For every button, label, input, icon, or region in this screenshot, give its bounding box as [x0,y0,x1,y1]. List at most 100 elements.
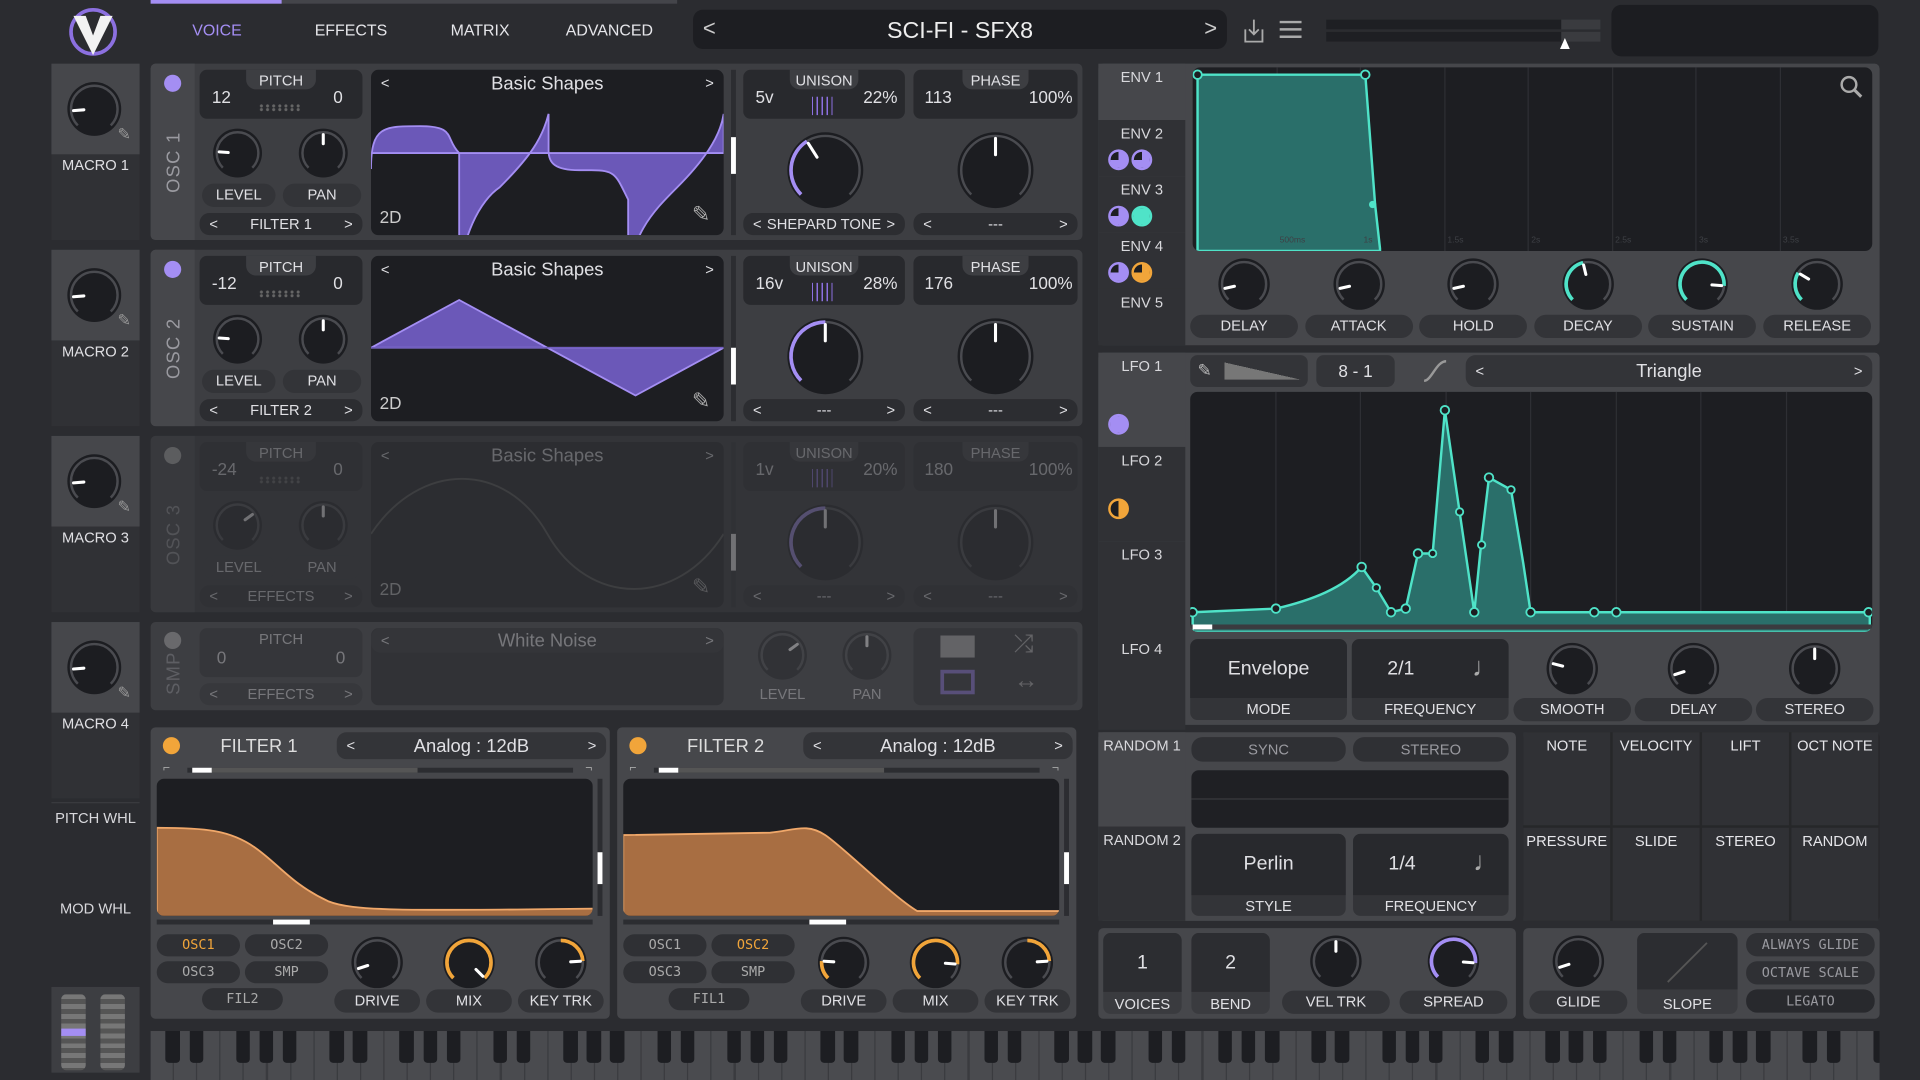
sample-display[interactable]: < White Noise > [371,628,724,706]
tune-value[interactable]: 0 [333,273,343,293]
black-key[interactable] [937,1031,952,1063]
macro-2-knob[interactable] [66,267,122,323]
spread-knob[interactable] [1427,934,1481,988]
black-key[interactable] [446,1031,461,1063]
mix-knob[interactable] [442,936,496,990]
black-key[interactable] [610,1031,625,1063]
voices-control[interactable]: 1 VOICES [1103,933,1182,1014]
mod-source-lift[interactable]: LIFT [1702,732,1789,826]
black-key[interactable] [1265,1031,1280,1063]
lfo-grid-selector[interactable]: 8 - 1 [1316,355,1395,387]
mod-wheel[interactable] [100,994,125,1071]
phase-knob[interactable] [956,131,1034,209]
black-key[interactable] [1311,1031,1326,1063]
black-key[interactable] [984,1031,999,1063]
black-key[interactable] [282,1031,297,1063]
loop-icon[interactable] [940,669,975,695]
filter-source-osc3[interactable]: OSC3 [623,961,707,984]
dimension-mode[interactable]: 2D [380,393,402,413]
unison-detune[interactable]: 22% [863,87,897,107]
wavetable-selector[interactable]: < Basic Shapes > [371,256,724,283]
black-key[interactable] [1826,1031,1841,1063]
level-knob[interactable] [212,500,263,551]
distortion-selector[interactable]: < --- > [913,399,1078,422]
pitch-box[interactable]: PITCH -12 0 [199,255,363,305]
pan-knob[interactable] [298,500,349,551]
edit-icon[interactable]: ✎ [118,497,131,517]
wave-frame-slider[interactable] [731,69,736,236]
mod-source-stereo[interactable]: STEREO [1702,827,1789,921]
filter-chain-button[interactable]: FIL1 [668,988,750,1011]
note-sync-icon[interactable]: ♩ [1473,846,1500,878]
lfo-graph[interactable] [1190,391,1873,632]
slope-control[interactable]: SLOPE [1637,933,1738,1014]
filter-source-smp[interactable]: SMP [711,961,795,984]
phase-box[interactable]: PHASE 113 100% [913,69,1078,119]
black-key[interactable] [1802,1031,1817,1063]
filter-power-toggle[interactable] [629,737,647,755]
black-key[interactable] [516,1031,531,1063]
tune-value[interactable]: 0 [336,648,346,668]
destination-selector[interactable]: < EFFECTS > [199,585,363,608]
distortion-selector[interactable]: < --- > [913,585,1078,608]
black-key[interactable] [820,1031,835,1063]
unison-detune[interactable]: 28% [863,273,897,293]
glide-knob[interactable] [1551,934,1605,988]
destination-selector[interactable]: < FILTER 1 > [199,213,363,236]
tab-effects[interactable]: EFFECTS [315,21,388,39]
env-sustain-knob[interactable] [1676,257,1730,311]
menu-icon[interactable] [1279,20,1302,40]
wavetable-display[interactable]: < Basic Shapes > 2D ✎ [371,69,724,236]
drive-knob[interactable] [350,936,404,990]
lfo-delay-knob[interactable] [1667,642,1721,696]
black-key[interactable] [844,1031,859,1063]
mod-source-oct-note[interactable]: OCT NOTE [1791,732,1879,826]
key-track-knob[interactable] [1000,936,1054,990]
shuffle-icon[interactable]: ⤮ [1014,631,1034,659]
mix-knob[interactable] [909,936,963,990]
level-knob[interactable] [212,313,263,364]
filter-blend-slider[interactable] [653,767,1040,773]
phase-randomize[interactable]: 100% [1029,459,1073,479]
dimension-mode[interactable]: 2D [380,207,402,227]
phase-knob[interactable] [956,317,1034,395]
tab-env-3[interactable]: ENV 3 [1098,176,1186,233]
filter-resonance-slider[interactable] [597,778,603,916]
black-key[interactable] [1545,1031,1560,1063]
black-key[interactable] [586,1031,601,1063]
tune-value[interactable]: 0 [333,459,343,479]
black-key[interactable] [1007,1031,1022,1063]
filter-source-osc1[interactable]: OSC1 [623,934,707,957]
unison-box[interactable]: UNISON 5v 22% [743,69,905,119]
filter-blend-slider[interactable] [187,767,574,773]
filter-source-osc3[interactable]: OSC3 [156,961,241,984]
always-glide-button[interactable]: ALWAYS GLIDE [1746,933,1875,957]
wave-frame-slider[interactable] [731,255,736,422]
unison-box[interactable]: UNISON 1v 20% [743,442,905,492]
tab-env-5[interactable]: ENV 5 [1098,288,1186,346]
macro-4-knob[interactable] [66,639,122,695]
phase-value[interactable]: 180 [924,459,953,479]
filter-source-osc1[interactable]: OSC1 [156,934,241,957]
mod-source-pressure[interactable]: PRESSURE [1523,827,1611,921]
velocity-track-knob[interactable] [1309,934,1363,988]
tab-env-4[interactable]: ENV 4 [1098,232,1186,289]
random-style-selector[interactable]: Perlin STYLE [1191,833,1346,916]
unison-voices[interactable]: 5v [756,87,774,107]
unison-detune-knob[interactable] [786,317,864,395]
black-key[interactable] [1732,1031,1747,1063]
black-key[interactable] [1148,1031,1163,1063]
wavetable-display[interactable]: < Basic Shapes > 2D ✎ [371,255,724,422]
black-key[interactable] [656,1031,671,1063]
black-key[interactable] [1101,1031,1116,1063]
black-key[interactable] [329,1031,344,1063]
osc-power-toggle[interactable] [164,74,182,92]
bend-control[interactable]: 2 BEND [1191,933,1270,1014]
drive-knob[interactable] [817,936,871,990]
black-key[interactable] [423,1031,438,1063]
black-key[interactable] [727,1031,742,1063]
black-key[interactable] [1873,1031,1880,1063]
black-key[interactable] [1054,1031,1069,1063]
filter-chain-button[interactable]: FIL2 [202,988,283,1011]
wavetable-selector[interactable]: < Basic Shapes > [371,442,724,469]
